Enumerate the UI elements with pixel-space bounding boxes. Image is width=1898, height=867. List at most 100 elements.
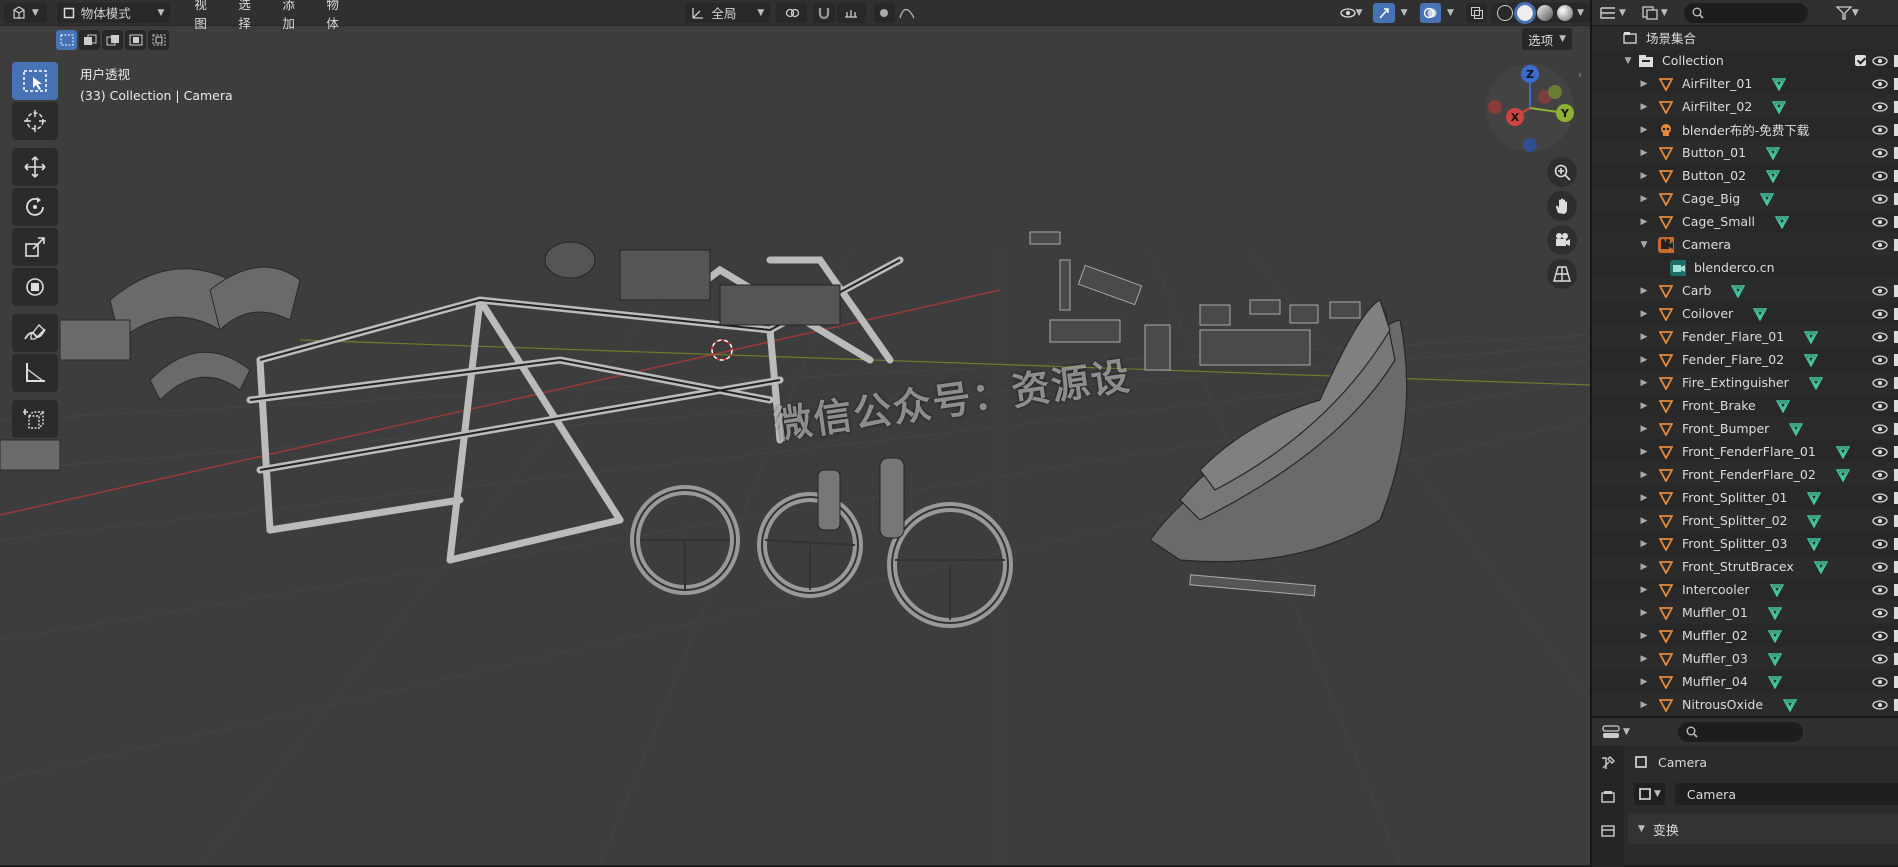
select-subtract-button[interactable]: [102, 30, 123, 50]
expand-arrow-icon[interactable]: ▶: [1638, 125, 1650, 135]
render-toggle-icon[interactable]: [1894, 422, 1898, 435]
object-name-field[interactable]: Camera: [1674, 783, 1898, 805]
eye-icon[interactable]: [1872, 605, 1888, 621]
expand-arrow-icon[interactable]: ▶: [1638, 447, 1650, 457]
outliner-row[interactable]: ▶ Muffler_02: [1592, 624, 1898, 647]
collapse-arrow-icon[interactable]: ▼: [1622, 56, 1634, 66]
outliner-row[interactable]: ▶ Fender_Flare_01: [1592, 325, 1898, 348]
expand-arrow-icon[interactable]: ▶: [1638, 171, 1650, 181]
mesh-data-icon[interactable]: [1789, 422, 1804, 436]
menu-select[interactable]: 选择: [228, 0, 272, 31]
scale-tool[interactable]: [12, 228, 58, 266]
render-toggle-icon[interactable]: [1894, 629, 1898, 642]
eye-icon[interactable]: [1872, 122, 1888, 138]
eye-icon[interactable]: [1872, 421, 1888, 437]
mesh-data-icon[interactable]: [1775, 399, 1790, 413]
annotate-tool[interactable]: [12, 314, 58, 352]
eye-icon[interactable]: [1872, 306, 1888, 322]
overlay-toggle[interactable]: [1419, 2, 1441, 23]
solid-shading-icon[interactable]: [1514, 1, 1537, 24]
pivot-dropdown[interactable]: [776, 2, 808, 23]
rotate-tool[interactable]: [12, 188, 58, 226]
properties-search-input[interactable]: [1677, 722, 1803, 742]
mesh-data-icon[interactable]: [1767, 675, 1782, 689]
outliner-row[interactable]: ▶ Front_Splitter_02: [1592, 509, 1898, 532]
falloff-dropdown[interactable]: [895, 3, 920, 23]
expand-arrow-icon[interactable]: ▶: [1638, 470, 1650, 480]
perspective-toggle-button[interactable]: [1547, 259, 1577, 289]
expand-arrow-icon[interactable]: ▶: [1638, 585, 1650, 595]
expand-arrow-icon[interactable]: ▶: [1638, 286, 1650, 296]
expand-arrow-icon[interactable]: ▶: [1638, 516, 1650, 526]
outliner-row[interactable]: ▶ Cage_Big: [1592, 187, 1898, 210]
gizmo-toggle[interactable]: [1373, 2, 1395, 23]
object-type-dropdown[interactable]: ▼: [1634, 783, 1665, 805]
menu-add[interactable]: 添加: [272, 0, 316, 31]
mesh-data-icon[interactable]: [1766, 169, 1781, 183]
eye-icon[interactable]: [1872, 398, 1888, 414]
outliner-row[interactable]: ▶ Carb: [1592, 279, 1898, 302]
pan-button[interactable]: [1547, 191, 1577, 221]
mesh-data-icon[interactable]: [1783, 698, 1798, 712]
eye-icon[interactable]: [1872, 237, 1888, 253]
eye-icon[interactable]: [1872, 375, 1888, 391]
eye-icon[interactable]: [1872, 352, 1888, 368]
render-toggle-icon[interactable]: [1894, 468, 1898, 481]
gizmo-neg-y[interactable]: [1488, 100, 1502, 114]
gizmo-neg-z[interactable]: [1523, 138, 1537, 152]
eye-icon[interactable]: [1872, 99, 1888, 115]
expand-arrow-icon[interactable]: ▶: [1638, 493, 1650, 503]
eye-icon[interactable]: [1872, 329, 1888, 345]
xray-toggle[interactable]: [1466, 2, 1488, 23]
eye-icon[interactable]: [1872, 76, 1888, 92]
outliner-row[interactable]: ▶ Cage_Small: [1592, 210, 1898, 233]
eye-icon[interactable]: [1872, 168, 1888, 184]
editor-type-dropdown[interactable]: ▼: [4, 2, 47, 23]
render-toggle-icon[interactable]: [1894, 169, 1898, 182]
menu-object[interactable]: 物体: [316, 0, 360, 31]
eye-icon[interactable]: [1872, 559, 1888, 575]
outliner-row[interactable]: ▶ Intercooler: [1592, 578, 1898, 601]
outliner-row[interactable]: ▶ Front_Splitter_01: [1592, 486, 1898, 509]
mesh-data-icon[interactable]: [1813, 560, 1828, 574]
render-toggle-icon[interactable]: [1894, 330, 1898, 343]
gizmo-neg-y2[interactable]: [1548, 85, 1562, 99]
eye-icon[interactable]: [1872, 513, 1888, 529]
chevron-down-icon[interactable]: ▼: [1577, 8, 1584, 18]
render-toggle-icon[interactable]: [1894, 514, 1898, 527]
expand-arrow-icon[interactable]: ▶: [1638, 654, 1650, 664]
outliner-row[interactable]: ▶ Front_FenderFlare_01: [1592, 440, 1898, 463]
collection-exclude-checkbox[interactable]: [1855, 55, 1866, 66]
render-toggle-icon[interactable]: [1894, 353, 1898, 366]
zoom-button[interactable]: [1547, 157, 1577, 187]
eye-icon[interactable]: [1872, 467, 1888, 483]
wireframe-shading-icon[interactable]: [1497, 4, 1514, 21]
camera-view-button[interactable]: [1547, 225, 1577, 255]
mesh-data-icon[interactable]: [1807, 537, 1822, 551]
display-mode-dropdown[interactable]: ▼: [1642, 5, 1668, 20]
outliner-row[interactable]: ▶ Fire_Extinguisher: [1592, 371, 1898, 394]
proportional-edit-toggle[interactable]: [873, 2, 895, 23]
render-toggle-icon[interactable]: [1894, 606, 1898, 619]
mode-dropdown[interactable]: 物体模式 ▼: [56, 2, 171, 23]
tab-output[interactable]: [1592, 814, 1624, 848]
tab-tool[interactable]: [1592, 746, 1624, 780]
3d-viewport[interactable]: 微信公众号：资源设 ▼ 物体模式 ▼ 视图 选择 添加 物体 全局 ▼ ▼ ▼ …: [0, 0, 1590, 865]
transform-tool[interactable]: [12, 268, 58, 306]
render-toggle-icon[interactable]: [1894, 399, 1898, 412]
mesh-data-icon[interactable]: [1766, 146, 1781, 160]
mesh-data-icon[interactable]: [1772, 77, 1787, 91]
select-extend-button[interactable]: [79, 30, 100, 50]
move-tool[interactable]: [12, 148, 58, 186]
expand-arrow-icon[interactable]: ▶: [1638, 332, 1650, 342]
expand-arrow-icon[interactable]: ▶: [1638, 355, 1650, 365]
mesh-data-icon[interactable]: [1769, 583, 1784, 597]
render-toggle-icon[interactable]: [1894, 307, 1898, 320]
render-toggle-icon[interactable]: [1894, 537, 1898, 550]
eye-icon[interactable]: [1872, 145, 1888, 161]
eye-icon[interactable]: [1872, 628, 1888, 644]
expand-arrow-icon[interactable]: ▶: [1638, 79, 1650, 89]
mesh-data-icon[interactable]: [1804, 330, 1819, 344]
outliner-row[interactable]: ▶ blender布的-免费下载: [1592, 118, 1898, 141]
render-toggle-icon[interactable]: [1894, 192, 1898, 205]
